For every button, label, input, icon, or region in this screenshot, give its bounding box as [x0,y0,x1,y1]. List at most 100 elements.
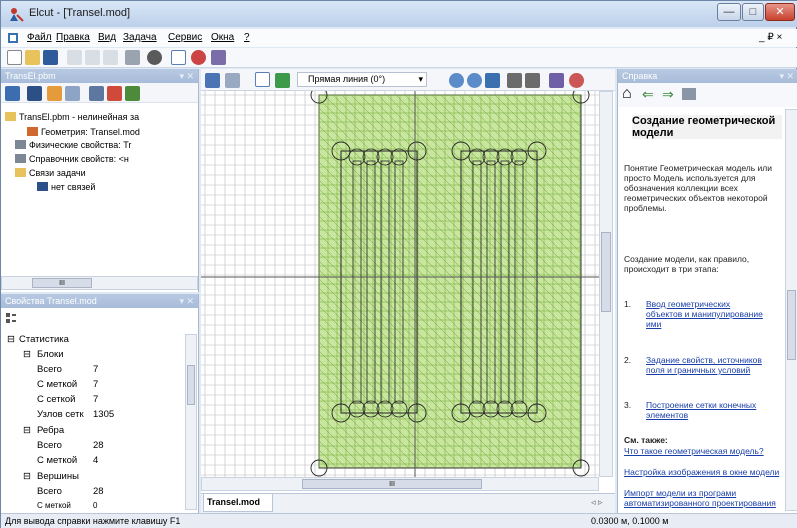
app-window: Elcut - [Transel.mod] — □ ✕ Файл Правка … [0,0,797,528]
solve-icon[interactable] [191,50,206,65]
node-icon[interactable] [275,73,290,88]
scroll-thumb[interactable]: III [302,479,482,489]
close-button[interactable]: ✕ [765,3,795,21]
settings-gear-icon[interactable] [147,50,162,65]
vert-labeled-label: С меткой [37,501,71,510]
stats-toggle[interactable]: ⊟ [7,334,15,345]
see-also-link-1[interactable]: Что такое геометрическая модель? [624,446,782,456]
print-icon[interactable] [682,88,696,100]
equal-icon[interactable] [89,86,104,101]
menu-help[interactable]: ? [244,32,250,43]
chevron-down-icon: ▾ [418,74,423,84]
pointer-icon[interactable] [255,72,270,87]
open-folder-icon[interactable] [25,50,40,65]
menu-windows[interactable]: Окна [211,32,234,43]
blocks-heading: Блоки [37,349,64,360]
mdi-controls[interactable]: _ ₽ × [759,32,782,43]
edges-total-value: 28 [93,440,104,451]
menu-service[interactable]: Сервис [168,32,202,43]
tree-no-links[interactable]: нет связей [37,181,95,194]
help-panel: Справка ▾ ✕ ⌂ ⇐ ⇒ Создание геометрической… [617,69,797,513]
geometry-icon [27,127,38,136]
tree-library-label: Справочник свойств: <н [29,154,129,164]
vertices-toggle[interactable]: ⊟ [23,471,31,482]
edges-toggle[interactable]: ⊟ [23,425,31,436]
grid-icon[interactable] [507,73,522,88]
tab-scroll-arrows[interactable]: ◃ ▹ [591,497,603,508]
select-icon[interactable] [171,50,186,65]
canvas-vscrollbar[interactable] [599,91,613,477]
results-icon[interactable] [211,50,226,65]
new-file-icon[interactable] [7,50,22,65]
back-icon[interactable]: ⇐ [642,86,654,103]
print-icon[interactable] [125,50,140,65]
help-step-num-1: 1. [624,299,632,309]
problem-hscrollbar[interactable]: III [1,276,198,290]
scroll-thumb[interactable] [787,290,796,360]
plot-icon[interactable] [125,86,140,101]
help-step-num-3: 3. [624,400,632,410]
tree-geometry[interactable]: Геометрия: Transel.mod [27,126,140,139]
forward-icon[interactable]: ⇒ [662,86,674,103]
zoom-out-icon[interactable] [467,73,482,88]
help-step-link-3[interactable]: Построение сетки конечных элементов [646,400,764,420]
mesh-icon[interactable] [65,86,80,101]
zoom-in-icon[interactable] [449,73,464,88]
refresh-icon[interactable] [549,73,564,88]
copy-icon[interactable] [85,50,100,65]
save-icon[interactable] [43,50,58,65]
maximize-button[interactable]: □ [742,3,764,21]
tree-root-label: TransEl.pbm - нелинейная за [19,112,140,122]
sort-icon[interactable] [5,312,17,324]
tree-physics[interactable]: Физические свойства: Tr [15,139,131,152]
scroll-thumb[interactable] [601,232,611,312]
properties-vscrollbar[interactable] [185,334,197,510]
scroll-thumb[interactable]: III [32,278,92,288]
see-also-link-3[interactable]: Импорт модели из програми автоматизирова… [624,488,782,508]
title-bar[interactable]: Elcut - [Transel.mod] — □ ✕ [1,1,797,27]
tree-root[interactable]: TransEl.pbm - нелинейная за [5,111,139,124]
save-problem-icon[interactable] [27,86,42,101]
tab-transel-mod[interactable]: Transel.mod [203,494,273,512]
help-toolbar: ⌂ ⇐ ⇒ [618,83,797,107]
blocks-toggle[interactable]: ⊟ [23,349,31,360]
edit-geometry-icon[interactable] [47,86,62,101]
canvas-hscrollbar[interactable]: III [201,477,599,491]
menu-view[interactable]: Вид [98,32,116,43]
problem-panel-header[interactable]: TransEl.pbm ▾ ✕ [1,69,198,83]
model-canvas[interactable] [201,91,599,477]
zoom-fit-icon[interactable] [485,73,500,88]
home-icon[interactable]: ⌂ [622,85,632,103]
record-icon[interactable] [569,73,584,88]
book-icon[interactable] [225,73,240,88]
paste-icon[interactable] [103,50,118,65]
help-vscrollbar[interactable] [785,109,797,511]
panel-close-icon[interactable]: ▾ ✕ [779,69,794,83]
vert-total-label: Всего [37,486,62,497]
menu-task[interactable]: Задача [123,32,157,43]
cut-icon[interactable] [67,50,82,65]
tree-library[interactable]: Справочник свойств: <н [15,153,129,166]
see-also-link-2[interactable]: Настройка изображения в окне модели [624,467,782,477]
properties-panel-title: Свойства Transel.mod [5,296,97,306]
scroll-thumb[interactable] [187,365,195,405]
blocks-labeled-label: С меткой [37,379,78,390]
help-step-link-1[interactable]: Ввод геометрических объектов и манипулир… [646,299,764,329]
help-panel-header[interactable]: Справка ▾ ✕ [618,69,797,83]
panel-close-icon[interactable]: ▾ ✕ [179,294,194,308]
line-mode-select[interactable]: Прямая линия (0°) ▾ [297,72,427,87]
tree-links[interactable]: Связи задачи [15,167,86,180]
menu-edit[interactable]: Правка [56,32,90,43]
minimize-button[interactable]: — [717,3,741,21]
snap-grid-icon[interactable] [525,73,540,88]
view-icon[interactable] [5,86,20,101]
arrow-icon[interactable] [107,86,122,101]
window-icon[interactable] [205,73,220,88]
help-step-link-2[interactable]: Задание свойств, источников поля и грани… [646,355,764,375]
panel-close-icon[interactable]: ▾ ✕ [179,69,194,83]
mesh-drawing[interactable] [201,91,599,477]
menu-file[interactable]: Файл [27,32,52,43]
vert-labeled-value: 0 [93,501,98,510]
window-title: Elcut - [Transel.mod] [29,7,131,19]
properties-panel-header[interactable]: Свойства Transel.mod ▾ ✕ [1,294,198,308]
